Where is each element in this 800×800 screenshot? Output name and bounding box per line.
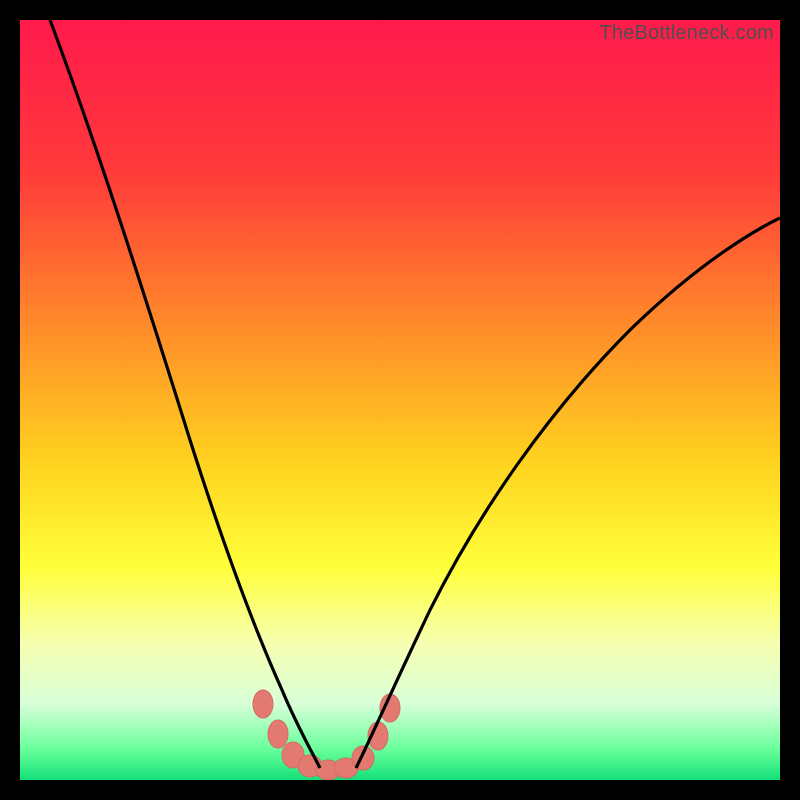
left-curve	[50, 20, 320, 768]
watermark-text: TheBottleneck.com	[599, 22, 774, 45]
chart-curves	[20, 20, 780, 780]
chart-frame: TheBottleneck.com	[0, 0, 800, 800]
bottom-markers	[253, 690, 400, 780]
plot-area: TheBottleneck.com	[20, 20, 780, 780]
right-curve	[356, 218, 780, 768]
